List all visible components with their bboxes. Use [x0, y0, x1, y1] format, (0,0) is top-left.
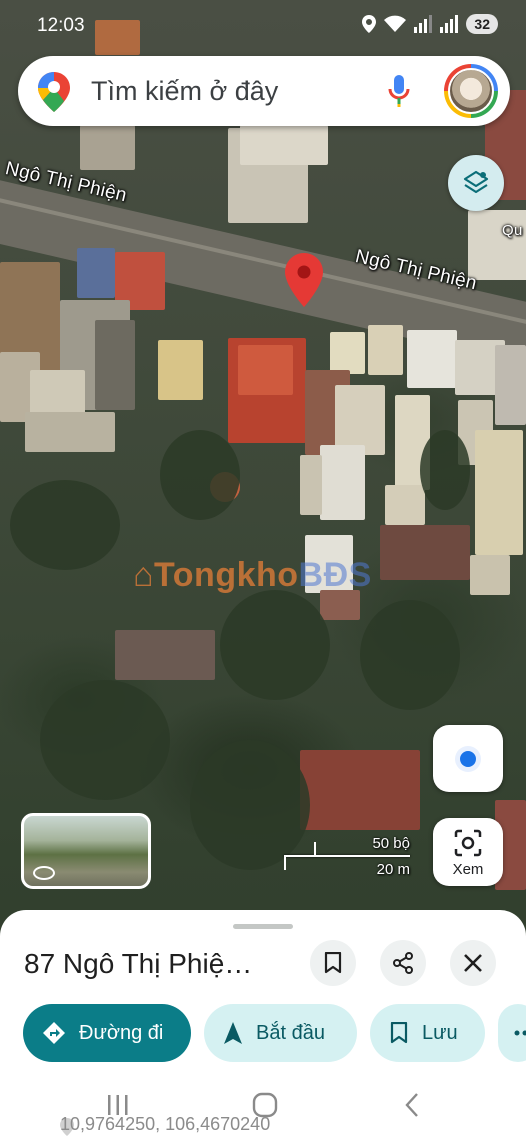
scale-feet: 50 bộ	[372, 835, 410, 852]
tree	[10, 480, 120, 570]
roof	[25, 412, 115, 452]
roof	[238, 345, 293, 395]
battery-indicator: 32	[466, 14, 498, 34]
directions-label: Đường đi	[79, 1021, 164, 1044]
street-view-thumbnail[interactable]	[21, 813, 151, 889]
avatar-image	[448, 68, 494, 114]
close-icon	[464, 954, 482, 972]
recents-icon[interactable]	[107, 1094, 129, 1116]
tree	[160, 430, 240, 520]
share-icon	[514, 1030, 526, 1036]
street-label: Qu	[502, 222, 523, 239]
tree	[420, 430, 470, 510]
share-icon	[393, 952, 413, 974]
scale-tick	[284, 855, 286, 870]
status-icons: 32	[362, 14, 498, 34]
place-bottom-sheet[interactable]: 87 Ngô Thị Phiệ… Đường đi Bắt đầu Lưu 10…	[0, 910, 526, 1139]
roof	[470, 555, 510, 595]
roof	[320, 445, 365, 520]
roof	[368, 325, 403, 375]
roof	[385, 485, 425, 525]
roof	[380, 525, 470, 580]
roof	[95, 320, 135, 410]
roof	[77, 248, 115, 298]
scale-meters: 20 m	[376, 861, 410, 878]
tree	[220, 590, 330, 700]
roof	[158, 340, 203, 400]
roof	[407, 330, 457, 388]
directions-button[interactable]: Đường đi	[23, 1004, 191, 1062]
roof	[240, 125, 328, 165]
my-location-button[interactable]	[433, 725, 503, 792]
mic-icon[interactable]	[388, 75, 410, 107]
roof	[475, 430, 523, 555]
layers-button[interactable]	[448, 155, 504, 211]
scale-tick	[314, 842, 316, 856]
search-input[interactable]: Tìm kiếm ở đây	[91, 76, 278, 107]
back-icon[interactable]	[403, 1092, 421, 1118]
share-button[interactable]	[380, 940, 426, 986]
watermark: ⌂TongkhoBĐS	[133, 556, 372, 594]
search-bar[interactable]: Tìm kiếm ở đây	[18, 56, 510, 126]
drag-handle[interactable]	[233, 924, 293, 929]
roof	[300, 750, 420, 830]
scale-line	[284, 855, 410, 857]
navigation-arrow-icon	[224, 1022, 242, 1044]
street-view-icon	[33, 866, 55, 880]
maps-logo-icon	[38, 72, 70, 112]
roof	[80, 125, 135, 170]
location-pin-icon[interactable]	[285, 253, 323, 307]
scale-bar: 50 bộ 20 m	[284, 832, 414, 880]
watermark-home-icon: ⌂	[133, 556, 155, 594]
xem-button[interactable]: Xem	[433, 818, 503, 886]
directions-icon	[43, 1022, 65, 1044]
location-status-icon	[362, 15, 377, 33]
status-time: 12:03	[37, 15, 85, 36]
roof	[468, 210, 526, 280]
place-title: 87 Ngô Thị Phiệ…	[24, 948, 253, 979]
bookmark-icon	[324, 952, 342, 974]
signal-icon	[414, 15, 433, 33]
close-button[interactable]	[450, 940, 496, 986]
signal-icon-2	[440, 15, 459, 33]
system-nav-bar	[0, 1080, 526, 1139]
layers-icon	[463, 170, 489, 194]
save-label: Lưu	[422, 1021, 458, 1044]
my-location-icon	[460, 750, 476, 767]
start-label: Bắt đầu	[256, 1021, 325, 1044]
tree	[360, 600, 460, 710]
tree	[40, 680, 170, 800]
account-avatar[interactable]	[444, 64, 498, 118]
start-button[interactable]: Bắt đầu	[204, 1004, 357, 1062]
roof	[495, 345, 526, 425]
status-bar: 12:03 32	[0, 0, 526, 50]
roof	[115, 630, 215, 680]
lens-camera-icon	[454, 829, 482, 857]
wifi-icon	[384, 15, 407, 32]
roof	[330, 332, 365, 374]
save-button[interactable]: Lưu	[370, 1004, 485, 1062]
home-icon[interactable]	[252, 1092, 278, 1118]
save-icon-button[interactable]	[310, 940, 356, 986]
share-chip[interactable]	[498, 1004, 526, 1062]
xem-label: Xem	[452, 861, 484, 878]
roof	[300, 455, 322, 515]
bookmark-icon	[390, 1022, 408, 1044]
